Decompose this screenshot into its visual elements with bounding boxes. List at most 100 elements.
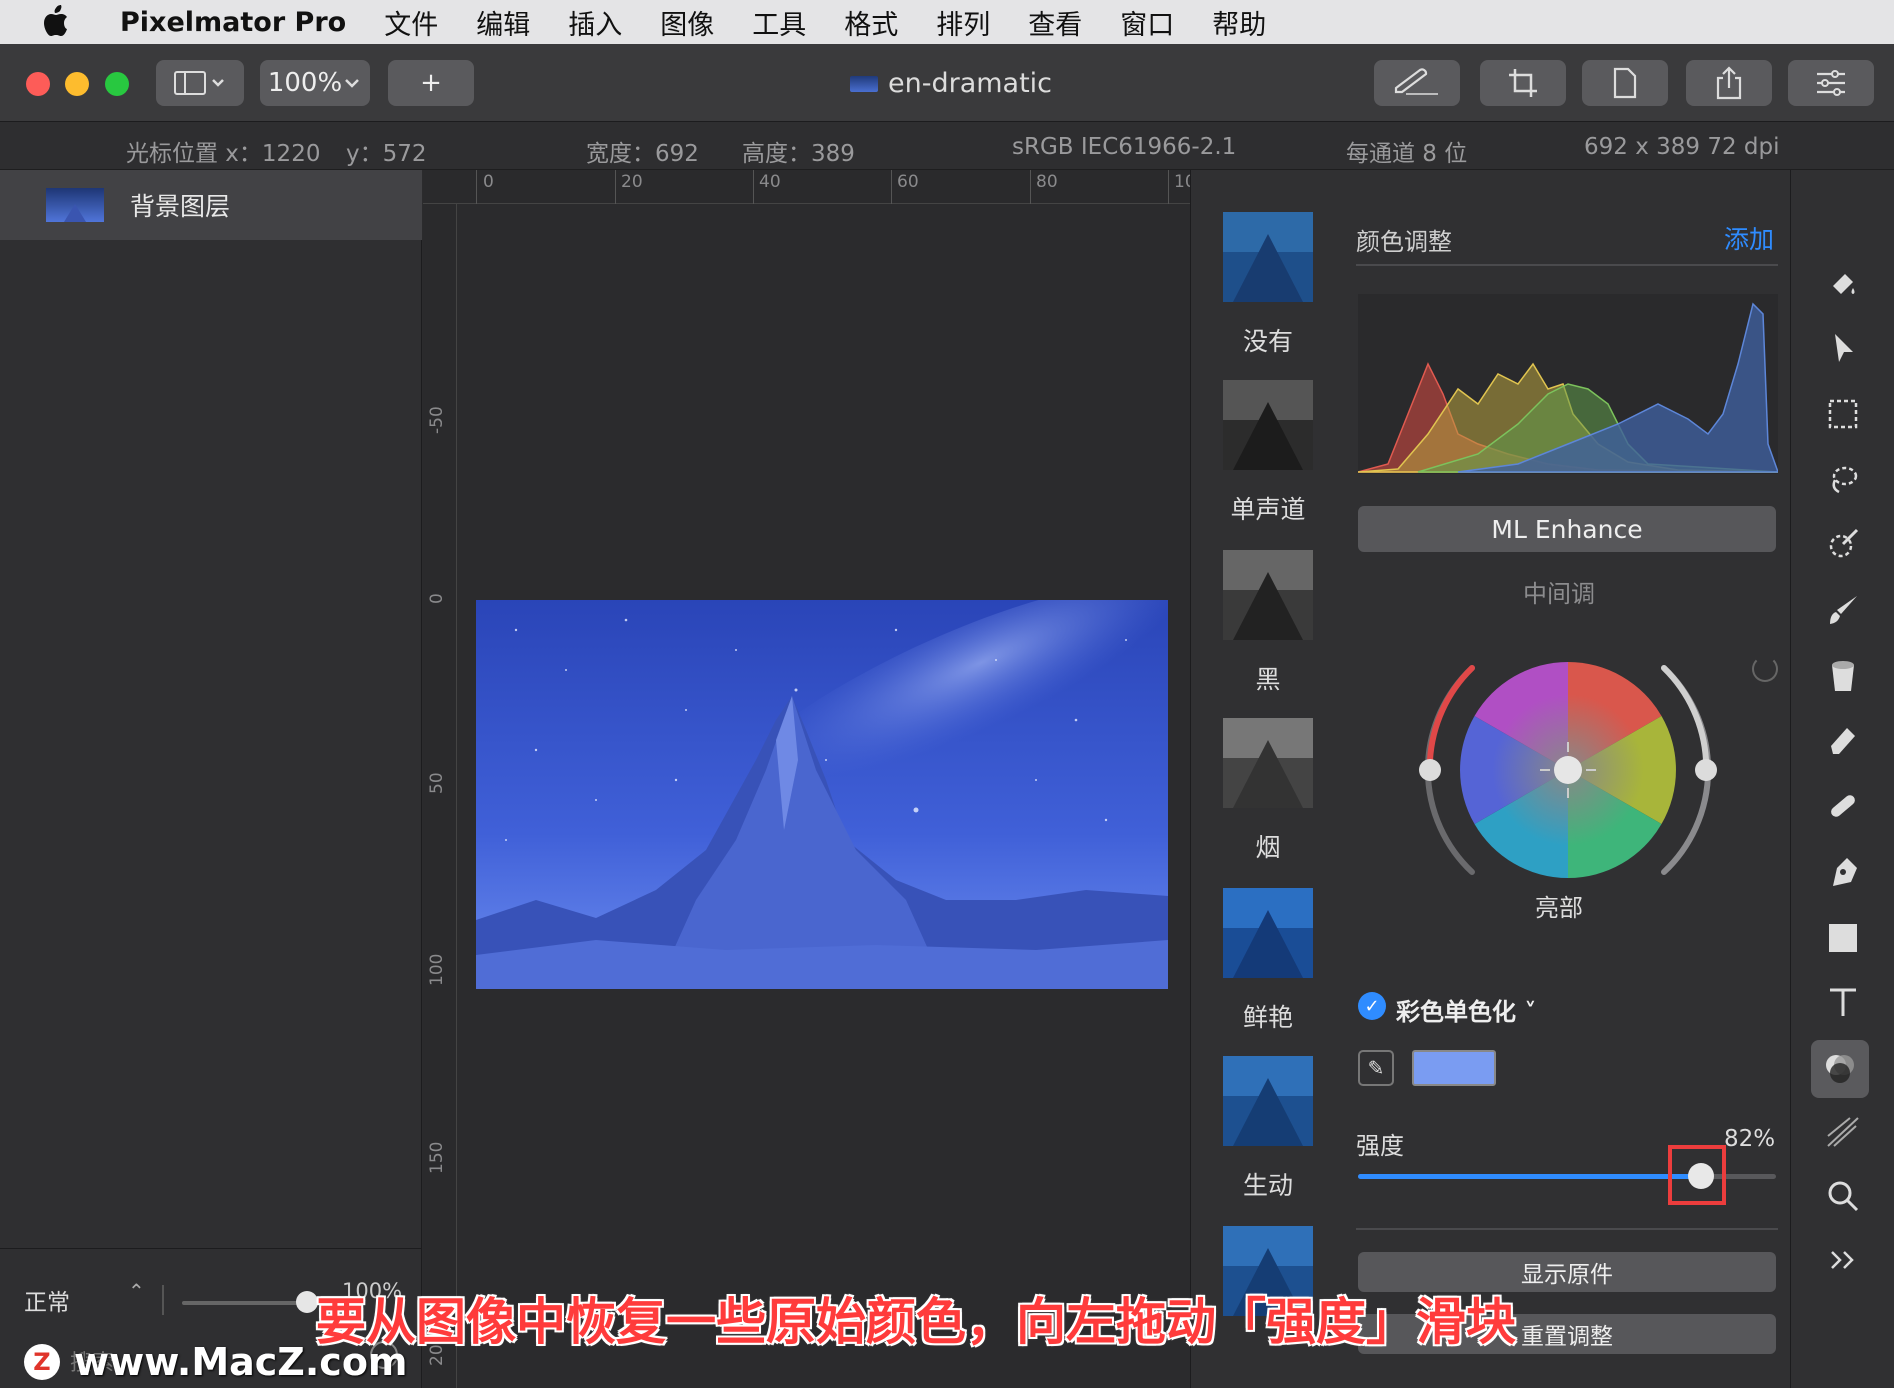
ml-enhance-button[interactable]: ML Enhance <box>1358 506 1776 552</box>
preset-item[interactable]: 生动 <box>1223 1056 1313 1202</box>
preset-item[interactable]: 烟 <box>1223 718 1313 864</box>
menu-image[interactable]: 图像 <box>660 3 714 42</box>
crop-icon <box>1509 69 1537 97</box>
document-title: en-dramatic <box>850 68 1052 99</box>
zoom-icon[interactable] <box>1821 1174 1865 1218</box>
preset-label: 没有 <box>1242 327 1293 356</box>
more-icon[interactable] <box>1821 1238 1865 1282</box>
magic-select-icon[interactable] <box>1821 522 1865 566</box>
ruler-left: -50 0 50 100 150 200 <box>423 204 457 1388</box>
document-image[interactable] <box>476 600 1168 989</box>
arrow-icon[interactable] <box>1821 326 1865 370</box>
add-adjustment-button[interactable]: 添加 <box>1724 220 1774 256</box>
chevron-down-icon <box>345 79 360 88</box>
reset-wheel-icon[interactable] <box>1752 656 1778 682</box>
tools-sidebar <box>1790 170 1894 1388</box>
preset-thumbnail <box>1223 888 1313 978</box>
format-button[interactable] <box>1582 60 1668 106</box>
preset-thumbnail <box>1223 718 1313 808</box>
cursor-y: y：572 <box>346 141 427 167</box>
markup-button[interactable] <box>1374 60 1460 106</box>
midtones-label: 中间调 <box>1523 580 1595 608</box>
intensity-value: 82% <box>1724 1126 1776 1152</box>
fill-icon[interactable] <box>1821 654 1865 698</box>
app-menu[interactable]: Pixelmator Pro <box>120 7 346 38</box>
pen-tool-icon[interactable] <box>1821 850 1865 894</box>
ruler-tick <box>1030 170 1031 204</box>
updown-chevron-icon[interactable]: ⌃ <box>128 1279 145 1303</box>
menu-format[interactable]: 格式 <box>844 3 898 42</box>
zoom-value: 100% <box>267 68 343 98</box>
watermark: Z www.MacZ.com <box>24 1340 408 1384</box>
layer-row[interactable]: 背景图层 <box>0 170 422 240</box>
sidebar-toggle-button[interactable] <box>156 60 244 106</box>
share-icon <box>1716 66 1742 100</box>
brush-icon[interactable] <box>1821 588 1865 632</box>
opacity-slider[interactable] <box>182 1301 312 1305</box>
apple-icon[interactable] <box>40 5 70 39</box>
preset-label: 鲜艳 <box>1242 1003 1293 1032</box>
menu-help[interactable]: 帮助 <box>1212 3 1266 42</box>
eraser-icon[interactable] <box>1821 718 1865 762</box>
menu-bar: Pixelmator Pro 文件 编辑 插入 图像 工具 格式 排列 查看 窗… <box>0 0 1894 44</box>
menu-insert[interactable]: 插入 <box>568 3 622 42</box>
tutorial-caption: 要从图像中恢复一些原始颜色，向左拖动「强度」滑块 <box>315 1292 1517 1352</box>
opacity-slider-knob[interactable] <box>296 1291 318 1313</box>
colorize-color-well[interactable] <box>1412 1050 1496 1086</box>
preset-item[interactable]: 鲜艳 <box>1223 888 1313 1034</box>
minimize-window-button[interactable] <box>65 72 89 96</box>
menu-window[interactable]: 窗口 <box>1120 3 1174 42</box>
zoom-dropdown[interactable]: 100% <box>260 60 370 106</box>
distort-icon[interactable] <box>1821 1110 1865 1154</box>
document-title-text: en-dramatic <box>888 68 1053 99</box>
layers-panel: 背景图层 正常 ⌃ 100% 搜索 <box>0 170 422 1388</box>
image-dimensions: 692 x 389 72 dpi <box>1584 134 1780 160</box>
preset-item[interactable]: 黑 <box>1223 550 1313 696</box>
ruler-tick <box>753 170 754 204</box>
layer-thumbnail <box>46 188 104 222</box>
menu-edit[interactable]: 编辑 <box>476 3 530 42</box>
presets-column: 没有 单声道 黑 烟 鲜艳 生动 <box>1190 170 1328 1388</box>
colorize-section-label[interactable]: 彩色单色化 ˅ <box>1396 992 1536 1027</box>
paint-bucket-icon[interactable] <box>1821 262 1865 306</box>
menu-view[interactable]: 查看 <box>1028 3 1082 42</box>
blend-mode-select[interactable]: 正常 <box>24 1283 70 1317</box>
watermark-text: www.MacZ.com <box>74 1340 408 1384</box>
image-height: 高度：389 <box>742 141 855 167</box>
histogram <box>1358 294 1778 474</box>
lasso-icon[interactable] <box>1821 458 1865 502</box>
zoom-window-button[interactable] <box>105 72 129 96</box>
menu-file[interactable]: 文件 <box>384 3 438 42</box>
add-button[interactable]: + <box>388 60 474 106</box>
ruler-tick <box>1168 170 1169 204</box>
crop-button[interactable] <box>1480 60 1566 106</box>
ruler-label: 100 <box>427 953 447 986</box>
ruler-label: 0 <box>483 172 494 192</box>
ruler-label: -50 <box>427 406 447 434</box>
close-window-button[interactable] <box>26 72 50 96</box>
highlight-annotation-box <box>1668 1145 1726 1205</box>
tools-settings-button[interactable] <box>1788 60 1874 106</box>
document-icon <box>1613 67 1637 99</box>
share-button[interactable] <box>1686 60 1772 106</box>
selection-icon[interactable] <box>1821 392 1865 436</box>
repair-icon[interactable] <box>1821 784 1865 828</box>
color-adjust-icon[interactable] <box>1811 1040 1869 1098</box>
canvas-area: 0 20 40 60 80 10 -50 0 50 100 150 200 <box>423 170 1196 1388</box>
menu-tools[interactable]: 工具 <box>752 3 806 42</box>
ruler-tick <box>476 170 477 204</box>
color-wheel[interactable] <box>1358 640 1778 900</box>
colorize-checkbox[interactable]: ✓ <box>1358 992 1386 1020</box>
eyedropper-icon[interactable]: ✎ <box>1358 1050 1394 1086</box>
preset-thumbnail <box>1223 212 1313 302</box>
preset-item[interactable]: 单声道 <box>1223 380 1313 526</box>
preset-item[interactable]: 没有 <box>1223 212 1313 358</box>
document-thumbnail <box>850 75 878 92</box>
preset-thumbnail <box>1223 1056 1313 1146</box>
text-icon[interactable] <box>1821 980 1865 1024</box>
menu-arrange[interactable]: 排列 <box>936 3 990 42</box>
ruler-label: 20 <box>621 172 643 192</box>
ruler-label: 0 <box>427 593 447 604</box>
ruler-label: 80 <box>1036 172 1058 192</box>
shape-icon[interactable] <box>1821 916 1865 960</box>
